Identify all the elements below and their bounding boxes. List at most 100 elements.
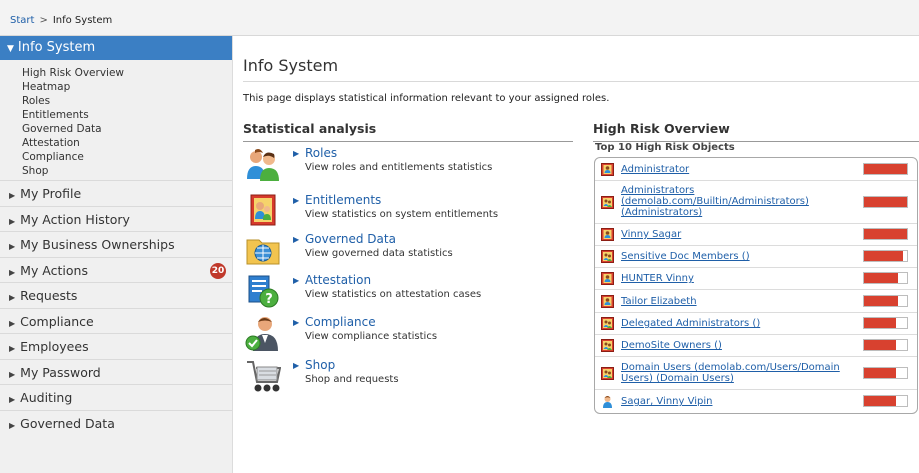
sidebar-item-label: Governed Data [20,415,115,431]
risk-object-link[interactable]: Domain Users (demolab.com/Users/Domain U… [621,362,861,384]
roles-people-icon [247,149,279,181]
sidebar-item-label: My Business Ownerships [20,237,175,252]
sidebar-subitem-roles[interactable]: Roles [22,94,232,108]
sidebar-subitem-compliance[interactable]: Compliance [22,150,232,164]
sidebar: ▼ Info System High Risk Overview Heatmap … [0,36,233,473]
sidebar-item-employees[interactable]: ▶ Employees [0,333,232,359]
sidebar-subitem-heatmap[interactable]: Heatmap [22,80,232,94]
attestation-icon: ? [248,275,279,308]
sidebar-subitem-entitlements[interactable]: Entitlements [22,108,232,122]
collapsed-triangle-icon: ▶ [9,318,16,328]
entitlements-icon [250,194,276,226]
risk-bar-fill [864,340,897,350]
sidebar-item-requests[interactable]: ▶ Requests [0,282,232,308]
compliance-icon [245,317,278,351]
person-icon [603,396,612,408]
sidebar-item-label: Employees [20,339,89,354]
shop-link[interactable]: Shop [305,358,335,372]
collapsed-triangle-icon: ▶ [9,216,16,226]
entitlements-link[interactable]: Entitlements [305,193,381,207]
roles-description: View roles and entitlements statistics [305,162,493,173]
risk-object-link[interactable]: HUNTER Vinny [621,273,861,284]
sidebar-subitem-high-risk-overview[interactable]: High Risk Overview [22,66,232,80]
compliance-description: View compliance statistics [305,331,438,342]
risk-bar-fill [864,251,903,261]
risk-bar [863,272,908,284]
list-item: Sensitive Doc Members () [595,246,917,268]
risk-object-link[interactable]: Delegated Administrators () [621,318,861,329]
list-item: Administrator [595,158,917,181]
group-icon [601,317,614,330]
risk-object-link[interactable]: Sensitive Doc Members () [621,251,861,262]
breadcrumb-start-link[interactable]: Start [10,15,34,26]
collapsed-triangle-icon: ▶ [9,242,16,251]
sidebar-item-my-password[interactable]: ▶ My Password [0,358,232,385]
risk-object-link[interactable]: Tailor Elizabeth [621,296,861,307]
risk-bar-fill [864,296,899,306]
shop-cart-icon [247,361,281,392]
risk-object-link[interactable]: Sagar, Vinny Vipin [621,396,861,407]
expanded-triangle-icon: ▼ [7,44,14,54]
group-icon [601,250,614,263]
list-item: Administrators (demolab.com/Builtin/Admi… [595,181,917,224]
risk-bar-fill [864,273,899,283]
risk-bar [863,339,908,351]
risk-bar [863,228,908,240]
statistical-analysis-heading: Statistical analysis [243,121,573,142]
list-item: HUNTER Vinny [595,268,917,290]
sidebar-item-my-profile[interactable]: ▶ My Profile [0,180,232,206]
risk-bar-fill [864,197,907,207]
sidebar-item-compliance[interactable]: ▶ Compliance [0,307,232,334]
collapsed-triangle-icon: ▶ [9,191,16,200]
sidebar-item-label: Requests [20,288,78,303]
risk-object-link[interactable]: Vinny Sagar [621,229,861,240]
arrow-right-icon: ▶ [293,196,300,205]
sidebar-subitems: High Risk Overview Heatmap Roles Entitle… [0,60,232,180]
sidebar-item-my-actions[interactable]: ▶ My Actions 20 [0,256,232,283]
risk-bar [863,395,908,407]
collapsed-triangle-icon: ▶ [9,420,16,430]
governed-data-link[interactable]: Governed Data [305,232,396,246]
stat-item-governed-data: ▶ Governed Data View governed data stati… [243,232,573,272]
risk-object-link[interactable]: Administrator [621,164,861,175]
page-description: This page displays statistical informati… [243,93,610,104]
risk-object-link[interactable]: Administrators (demolab.com/Builtin/Admi… [621,185,861,218]
stat-item-compliance: ▶ Compliance View compliance statistics [243,315,573,355]
sidebar-item-my-business-ownerships[interactable]: ▶ My Business Ownerships [0,231,232,257]
compliance-link[interactable]: Compliance [305,315,376,329]
role-icon [601,163,614,176]
sidebar-item-my-action-history[interactable]: ▶ My Action History [0,205,232,232]
shop-description: Shop and requests [305,374,399,385]
sidebar-item-auditing[interactable]: ▶ Auditing [0,384,232,410]
collapsed-triangle-icon: ▶ [9,267,16,277]
sidebar-subitem-attestation[interactable]: Attestation [22,136,232,150]
list-item: Sagar, Vinny Vipin [595,390,917,413]
risk-bar-fill [864,368,897,378]
group-icon [601,339,614,352]
sidebar-subitem-governed-data[interactable]: Governed Data [22,122,232,136]
breadcrumb: Start > Info System [10,15,112,26]
governed-data-description: View governed data statistics [305,248,453,259]
risk-object-link[interactable]: DemoSite Owners () [621,340,861,351]
roles-link[interactable]: Roles [305,146,337,160]
sidebar-item-label: My Profile [20,186,82,201]
risk-bar [863,295,908,307]
list-item: Vinny Sagar [595,224,917,246]
sidebar-item-label: My Password [20,364,101,380]
arrow-right-icon: ▶ [293,235,300,244]
high-risk-overview-heading: High Risk Overview [593,121,919,142]
breadcrumb-separator: > [39,15,48,26]
sidebar-item-governed-data[interactable]: ▶ Governed Data [0,409,232,436]
collapsed-triangle-icon: ▶ [9,369,16,379]
sidebar-item-info-system[interactable]: ▼ Info System [0,36,232,60]
arrow-right-icon: ▶ [293,361,300,370]
group-icon [601,367,614,380]
arrow-right-icon: ▶ [293,318,300,327]
sidebar-item-label: My Actions [20,262,88,278]
svg-text:?: ? [265,292,273,307]
stat-item-roles: ▶ Roles View roles and entitlements stat… [243,146,573,186]
sidebar-subitem-shop[interactable]: Shop [22,164,232,178]
attestation-link[interactable]: Attestation [305,273,371,287]
risk-bar [863,317,908,329]
list-item: Domain Users (demolab.com/Users/Domain U… [595,357,917,390]
